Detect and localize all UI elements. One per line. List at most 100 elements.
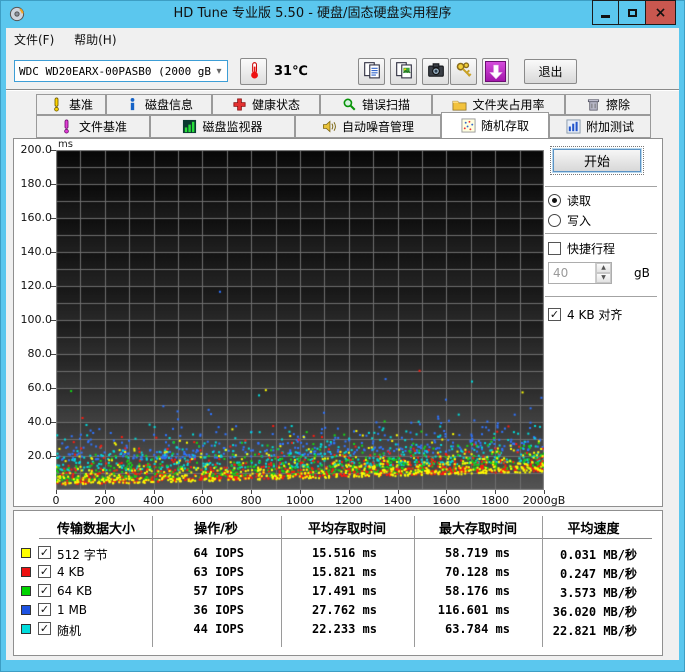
tab-benchmark[interactable]: 基准 <box>36 94 106 115</box>
align-label: 4 KB 对齐 <box>567 308 623 322</box>
write-label: 写入 <box>567 214 592 228</box>
tab-icon <box>452 97 467 112</box>
copy-text-button[interactable] <box>358 58 385 85</box>
tab-label: 擦除 <box>605 98 630 112</box>
series-color-swatch <box>21 567 31 577</box>
tab-file-benchmark[interactable]: 文件基准 <box>36 115 150 138</box>
series-label: 4 KB <box>57 565 85 579</box>
down-arrow-icon <box>485 61 506 82</box>
x-tick-label: 1400 <box>383 494 412 507</box>
tab-row-1: 基准 磁盘信息 健康状态 错误扫描 文件夹占用率 擦除 <box>36 94 651 115</box>
y-tick-mark <box>51 184 56 185</box>
start-button[interactable]: 开始 <box>553 149 641 172</box>
app-window: HD Tune 专业版 5.50 - 硬盘/固态硬盘实用程序 × 文件(F) 帮… <box>0 0 685 672</box>
x-tick-label: 1800 <box>481 494 510 507</box>
series-label: 64 KB <box>57 584 93 598</box>
x-tick-mark <box>105 490 106 494</box>
avg-access-value: 17.491 ms <box>311 584 377 598</box>
temperature-button[interactable] <box>240 58 267 85</box>
x-tick-label: 2000gB <box>522 494 566 507</box>
read-radio[interactable] <box>548 194 561 207</box>
tab-aam[interactable]: 自动噪音管理 <box>295 115 441 138</box>
header-underline <box>39 538 652 539</box>
y-tick-mark <box>51 286 56 287</box>
start-button-focus-ring: 开始 <box>550 146 644 175</box>
series-label: 512 字节 <box>57 548 108 562</box>
minimize-icon <box>601 15 610 18</box>
exit-button[interactable]: 退出 <box>524 59 577 84</box>
avg-speed-value: 0.031 MB/秒 <box>559 548 637 562</box>
x-tick-label: 800 <box>240 494 262 507</box>
copy-text-icon <box>363 61 381 83</box>
series-checkbox[interactable]: ✓ <box>38 546 51 559</box>
drive-select[interactable]: WDC WD20EARX-00PASB0 (2000 gB) ▾ <box>14 60 228 82</box>
tab-disk-monitor[interactable]: 磁盘监视器 <box>150 115 295 138</box>
copy-image-icon <box>395 61 413 83</box>
keys-button[interactable] <box>450 58 477 85</box>
maximize-button[interactable] <box>618 0 646 25</box>
tab-random-access[interactable]: 随机存取 <box>441 112 549 138</box>
x-tick-label: 600 <box>191 494 213 507</box>
x-tick-label: 1200 <box>334 494 363 507</box>
x-tick-mark <box>446 490 447 494</box>
avg-speed-value: 0.247 MB/秒 <box>559 567 637 581</box>
header-max-access: 最大存取时间 <box>438 522 517 537</box>
screenshot-button[interactable] <box>422 58 449 85</box>
y-tick-label: 140.0 <box>20 245 53 258</box>
menu-help[interactable]: 帮助(H) <box>66 28 124 51</box>
tab-disk-info[interactable]: 磁盘信息 <box>106 94 212 115</box>
spinner-up-button[interactable]: ▲ <box>596 263 611 273</box>
iops-value: 64 IOPS <box>193 546 244 560</box>
avg-speed-value: 3.573 MB/秒 <box>559 586 637 600</box>
table-row: ✓ 4 KB 63 IOPS 15.821 ms 70.128 ms 0.247… <box>14 564 662 582</box>
max-access-value: 116.601 ms <box>437 603 510 617</box>
max-access-value: 58.719 ms <box>444 546 510 560</box>
write-radio[interactable] <box>548 214 561 227</box>
avg-access-value: 15.821 ms <box>311 565 377 579</box>
avg-access-value: 15.516 ms <box>311 546 377 560</box>
y-tick-mark <box>51 218 56 219</box>
maximize-icon <box>627 8 637 17</box>
y-tick-mark <box>51 456 56 457</box>
series-color-swatch <box>21 624 31 634</box>
series-checkbox[interactable]: ✓ <box>38 584 51 597</box>
short-stroke-checkbox[interactable] <box>548 242 561 255</box>
write-option[interactable]: 写入 <box>548 212 591 229</box>
y-tick-label: 60.0 <box>27 381 53 394</box>
short-stroke-option[interactable]: 快捷行程 <box>548 240 615 257</box>
y-tick-label: 120.0 <box>20 279 53 292</box>
drive-select-value: WDC WD20EARX-00PASB0 (2000 gB) <box>19 64 211 78</box>
spinner-down-button[interactable]: ▼ <box>596 273 611 283</box>
series-color-swatch <box>21 586 31 596</box>
avg-speed-value: 36.020 MB/秒 <box>552 605 637 619</box>
tab-extra-tests[interactable]: 附加测试 <box>549 115 651 138</box>
align-checkbox[interactable]: ✓ <box>548 308 561 321</box>
series-checkbox[interactable]: ✓ <box>38 565 51 578</box>
y-tick-label: 40.0 <box>27 415 53 428</box>
tab-error-scan[interactable]: 错误扫描 <box>320 94 432 115</box>
camera-icon <box>427 61 445 83</box>
close-button[interactable]: × <box>645 0 676 25</box>
tab-label: 磁盘信息 <box>144 98 193 112</box>
short-stroke-size-input[interactable] <box>549 263 595 283</box>
align-option[interactable]: ✓ 4 KB 对齐 <box>548 306 622 323</box>
update-button[interactable] <box>482 58 509 85</box>
copy-image-button[interactable] <box>390 58 417 85</box>
client-area: 文件(F) 帮助(H) WDC WD20EARX-00PASB0 (2000 g… <box>6 28 679 660</box>
y-tick-mark <box>51 252 56 253</box>
table-row: ✓ 512 字节 64 IOPS 15.516 ms 58.719 ms 0.0… <box>14 545 662 563</box>
series-checkbox[interactable]: ✓ <box>38 603 51 616</box>
short-stroke-size-spinner: ▲ ▼ <box>548 262 612 284</box>
series-checkbox[interactable]: ✓ <box>38 622 51 635</box>
tab-health[interactable]: 健康状态 <box>212 94 320 115</box>
separator <box>545 233 657 235</box>
iops-value: 57 IOPS <box>193 584 244 598</box>
tab-erase[interactable]: 擦除 <box>565 94 651 115</box>
menu-file[interactable]: 文件(F) <box>6 28 62 51</box>
read-option[interactable]: 读取 <box>548 192 591 209</box>
y-axis-unit-label: ms <box>58 139 73 150</box>
max-access-value: 58.176 ms <box>444 584 510 598</box>
minimize-button[interactable] <box>592 0 619 25</box>
max-access-value: 63.784 ms <box>444 622 510 636</box>
x-tick-mark <box>154 490 155 494</box>
